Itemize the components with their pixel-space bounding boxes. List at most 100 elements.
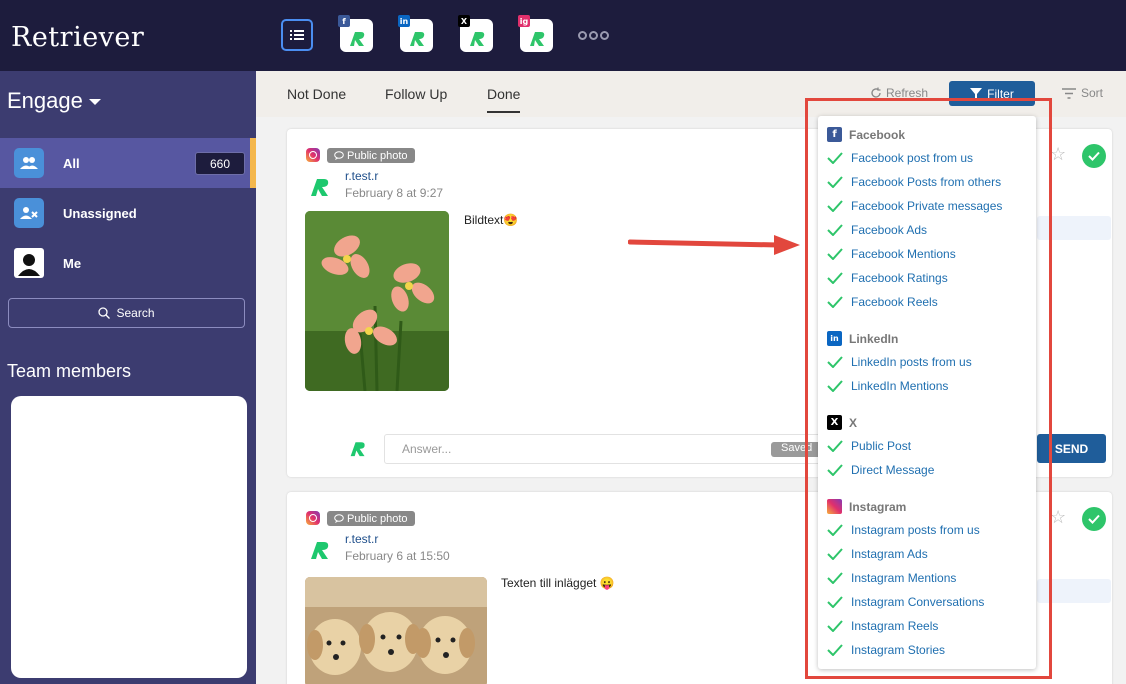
retriever-avatar-icon — [311, 179, 329, 196]
filter-option-label: Direct Message — [851, 463, 935, 477]
top-bar: Retriever f in X ig — [0, 0, 1126, 71]
linkedin-source-button[interactable]: in — [398, 15, 433, 52]
filter-option-label: Instagram Ads — [851, 547, 928, 561]
check-icon — [827, 176, 843, 188]
done-check-icon[interactable] — [1082, 144, 1106, 168]
engage-dropdown[interactable]: Engage — [7, 88, 101, 114]
filter-option[interactable]: Instagram Conversations — [827, 595, 984, 609]
post-author[interactable]: r.test.r — [345, 169, 378, 183]
facebook-source-button[interactable]: f — [338, 15, 373, 52]
check-icon — [827, 464, 843, 476]
filter-option[interactable]: Facebook Posts from others — [827, 175, 1001, 189]
check-icon — [827, 272, 843, 284]
answer-input[interactable]: Answer... — [384, 434, 824, 464]
filter-option-label: Instagram posts from us — [851, 523, 980, 537]
instagram-icon — [306, 511, 320, 525]
done-check-icon[interactable] — [1082, 507, 1106, 531]
search-icon — [98, 307, 111, 319]
filter-option-label: Facebook Private messages — [851, 199, 1003, 213]
filter-option[interactable]: Facebook Ratings — [827, 271, 948, 285]
avatar — [14, 248, 44, 278]
tab-done[interactable]: Done — [487, 86, 521, 113]
filter-option[interactable]: Instagram posts from us — [827, 523, 980, 537]
filter-option[interactable]: LinkedIn posts from us — [827, 355, 972, 369]
filter-option[interactable]: Facebook Ads — [827, 223, 927, 237]
check-icon — [827, 440, 843, 452]
annotation-arrow — [628, 235, 800, 255]
filter-option-label: Instagram Conversations — [851, 595, 985, 609]
filter-option[interactable]: Instagram Stories — [827, 643, 945, 657]
filter-dropdown: f Facebook Facebook post from us Faceboo… — [818, 116, 1036, 669]
speech-bubble-icon — [334, 514, 344, 523]
filter-option[interactable]: Facebook Reels — [827, 295, 938, 309]
team-members-title: Team members — [7, 361, 132, 381]
check-icon — [827, 644, 843, 656]
filter-group-instagram: Instagram — [827, 499, 906, 514]
filter-group-linkedin: in LinkedIn — [827, 331, 898, 346]
sidebar-item-unassigned[interactable]: Unassigned — [0, 188, 256, 238]
group-label: Instagram — [849, 499, 907, 514]
caret-down-icon — [88, 99, 101, 106]
sidebar-item-all[interactable]: All 660 — [0, 138, 256, 188]
check-icon — [827, 620, 843, 632]
filter-option[interactable]: Instagram Ads — [827, 547, 928, 561]
post-type-label: Public photo — [347, 149, 408, 162]
post-author[interactable]: r.test.r — [345, 532, 378, 546]
filter-option[interactable]: Instagram Reels — [827, 619, 938, 633]
filter-option[interactable]: Facebook Mentions — [827, 247, 956, 261]
filter-option-label: Instagram Reels — [851, 619, 939, 633]
sidebar-item-label: All — [63, 155, 80, 171]
sidebar-item-label: Me — [63, 255, 82, 271]
linkedin-icon: in — [827, 331, 842, 346]
check-icon — [827, 380, 843, 392]
filter-option-label: Facebook Ratings — [851, 271, 948, 285]
filter-option[interactable]: Instagram Mentions — [827, 571, 956, 585]
filter-group-x: X X — [827, 415, 857, 430]
filter-option[interactable]: Facebook post from us — [827, 151, 973, 165]
filter-group-facebook: f Facebook — [827, 127, 905, 142]
instagram-icon — [827, 499, 842, 514]
instagram-source-button[interactable]: ig — [518, 15, 553, 52]
filter-option[interactable]: Facebook Private messages — [827, 199, 1002, 213]
post-date: February 6 at 15:50 — [345, 549, 450, 563]
filter-option[interactable]: LinkedIn Mentions — [827, 379, 948, 393]
star-icon[interactable]: ☆ — [1050, 144, 1066, 165]
check-icon — [827, 572, 843, 584]
filter-option-label: Facebook Ads — [851, 223, 928, 237]
sidebar: Engage All 660 Unassigned Me Search Team… — [0, 71, 256, 684]
x-source-button[interactable]: X — [458, 15, 493, 52]
check-icon — [827, 248, 843, 260]
group-label: X — [849, 415, 858, 430]
filter-option-label: Instagram Mentions — [851, 571, 957, 585]
check-icon — [827, 296, 843, 308]
sort-icon — [1062, 87, 1076, 99]
filter-option[interactable]: Public Post — [827, 439, 911, 453]
post-type-badge: Public photo — [327, 148, 415, 163]
filter-option-label: Public Post — [851, 439, 912, 453]
post-text: Bildtext😍 — [464, 213, 519, 227]
filter-option-label: LinkedIn posts from us — [851, 355, 972, 369]
user-remove-icon — [14, 198, 44, 228]
search-button[interactable]: Search — [8, 298, 245, 328]
sort-label: Sort — [1081, 86, 1104, 100]
sort-button[interactable]: Sort — [1062, 86, 1103, 100]
filter-option[interactable]: Direct Message — [827, 463, 934, 477]
tab-not-done[interactable]: Not Done — [287, 86, 346, 102]
count-badge: 660 — [195, 152, 245, 175]
more-sources-icon[interactable] — [578, 31, 609, 40]
menu-button[interactable] — [281, 19, 313, 51]
post-type-label: Public photo — [347, 512, 408, 525]
post-type-badge: Public photo — [327, 511, 415, 526]
filter-option-label: Facebook Reels — [851, 295, 938, 309]
retriever-logo[interactable]: Retriever — [11, 22, 144, 53]
post-photo-puppies[interactable] — [305, 577, 487, 684]
sidebar-item-me[interactable]: Me — [0, 238, 256, 288]
search-label: Search — [116, 306, 155, 320]
post-photo-flowers[interactable] — [305, 211, 449, 391]
retriever-r-icon — [470, 32, 485, 46]
engage-title: Engage — [7, 88, 83, 113]
retriever-r-icon — [410, 32, 425, 46]
tab-follow-up[interactable]: Follow Up — [385, 86, 447, 102]
puppies-image — [305, 577, 487, 684]
star-icon[interactable]: ☆ — [1050, 507, 1066, 528]
